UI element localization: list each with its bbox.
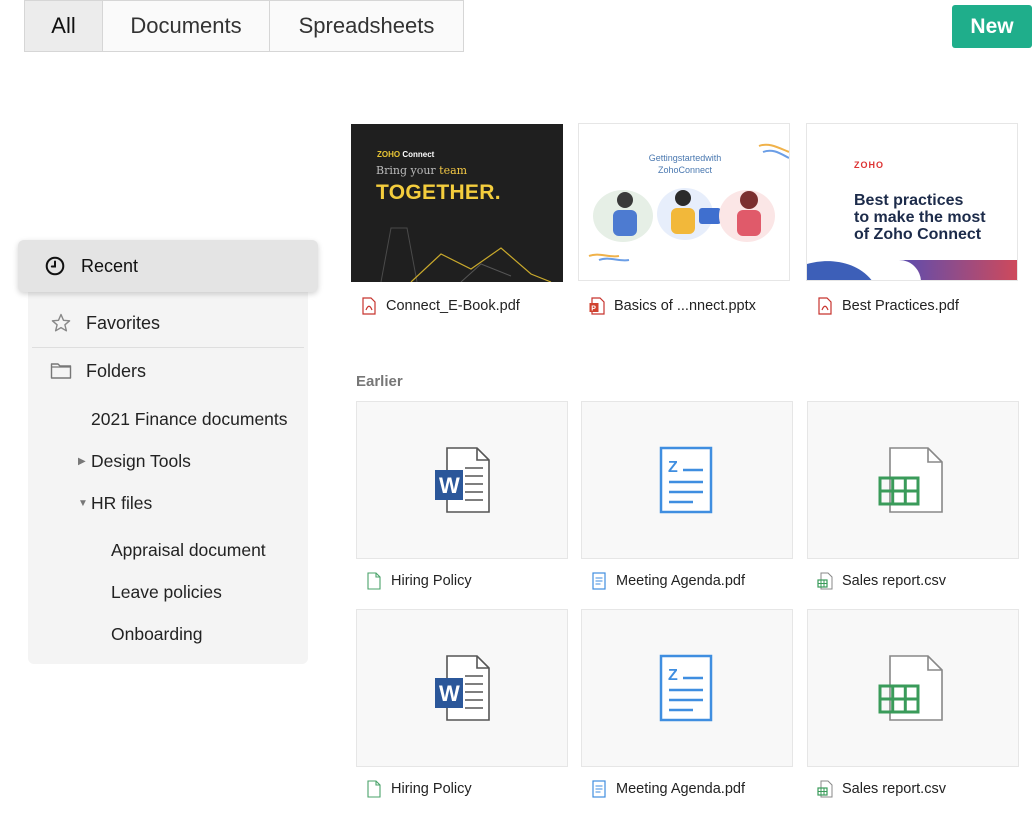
file-name-connect-ebook[interactable]: Connect_E-Book.pdf xyxy=(361,297,520,315)
file-thumbnail-sheet[interactable] xyxy=(807,609,1019,767)
writer-file-icon xyxy=(592,780,606,798)
file-name-sales-report[interactable]: Sales report.csv xyxy=(817,572,946,590)
zoho-writer-icon: Z xyxy=(659,654,713,722)
folder-icon xyxy=(50,363,72,379)
folder-design-tools[interactable]: Design Tools xyxy=(91,451,191,472)
thumb-illustration xyxy=(588,143,789,262)
file-name-hiring-policy[interactable]: Hiring Policy xyxy=(366,780,472,798)
word-doc-icon: W xyxy=(435,447,490,513)
thumb-decoration xyxy=(380,227,552,282)
file-type-tabs: All Documents Spreadsheets xyxy=(24,0,464,52)
tab-all[interactable]: All xyxy=(25,1,103,51)
pdf-icon xyxy=(362,297,376,315)
file-name-best-practices[interactable]: Best Practices.pdf xyxy=(817,297,959,315)
pdf-icon xyxy=(818,297,832,315)
file-thumbnail-basics-pptx[interactable]: Gettingstartedwith ZohoConnect xyxy=(578,123,790,281)
file-thumbnail-connect-ebook[interactable]: ZOHO Connect Bring your team TOGETHER. xyxy=(351,124,563,282)
csv-file-icon xyxy=(817,572,833,590)
svg-text:W: W xyxy=(439,681,460,706)
folder-onboarding[interactable]: Onboarding xyxy=(111,624,202,645)
csv-file-icon xyxy=(817,780,833,798)
new-button[interactable]: New xyxy=(952,5,1032,48)
sidebar-item-folders[interactable]: Folders xyxy=(50,360,146,382)
folder-leave-policies[interactable]: Leave policies xyxy=(111,582,222,603)
sidebar-item-label: Recent xyxy=(81,256,139,276)
clock-icon xyxy=(45,256,65,276)
sidebar-item-favorites[interactable]: Favorites xyxy=(50,312,160,334)
file-thumbnail-writer[interactable]: Z xyxy=(581,609,793,767)
folder-2021-finance-documents[interactable]: 2021 Finance documents xyxy=(91,409,288,430)
svg-text:Z: Z xyxy=(668,667,678,684)
file-name-hiring-policy[interactable]: Hiring Policy xyxy=(366,572,472,590)
document-icon xyxy=(367,780,381,798)
writer-file-icon xyxy=(592,572,606,590)
file-name-meeting-agenda[interactable]: Meeting Agenda.pdf xyxy=(591,572,745,590)
pptx-icon: P xyxy=(589,297,605,315)
file-thumbnail-word[interactable]: W xyxy=(356,609,568,767)
folder-hr-files[interactable]: HR files xyxy=(91,493,152,514)
sidebar-item-label: Favorites xyxy=(86,312,161,333)
section-heading-earlier: Earlier xyxy=(356,373,403,390)
file-thumbnail-writer[interactable]: Z xyxy=(581,401,793,559)
word-doc-icon: W xyxy=(435,655,490,721)
file-thumbnail-sheet[interactable] xyxy=(807,401,1019,559)
svg-text:W: W xyxy=(439,473,460,498)
folder-appraisal-document[interactable]: Appraisal document xyxy=(111,540,266,561)
sidebar xyxy=(28,282,308,664)
tab-spreadsheets[interactable]: Spreadsheets xyxy=(270,1,463,51)
sidebar-item-label: Folders xyxy=(86,360,147,381)
sidebar-item-recent[interactable]: Recent xyxy=(18,240,318,292)
document-icon xyxy=(367,572,381,590)
star-icon xyxy=(51,313,71,332)
file-name-basics-pptx[interactable]: P Basics of ...nnect.pptx xyxy=(589,297,756,315)
spreadsheet-icon xyxy=(878,655,943,721)
spreadsheet-icon xyxy=(878,447,943,513)
svg-text:Z: Z xyxy=(668,459,678,476)
zoho-writer-icon: Z xyxy=(659,446,713,514)
file-thumbnail-word[interactable]: W xyxy=(356,401,568,559)
tab-documents[interactable]: Documents xyxy=(103,1,270,51)
svg-text:P: P xyxy=(591,305,596,312)
file-thumbnail-best-practices[interactable]: ZOHO Best practices to make the most of Zo… xyxy=(806,123,1018,281)
caret-down-icon[interactable]: ▼ xyxy=(78,498,88,509)
thumb-decoration xyxy=(807,260,1017,280)
file-name-sales-report[interactable]: Sales report.csv xyxy=(817,780,946,798)
caret-right-icon[interactable]: ▶ xyxy=(78,456,86,467)
file-name-meeting-agenda[interactable]: Meeting Agenda.pdf xyxy=(591,780,745,798)
sidebar-divider xyxy=(32,347,304,348)
